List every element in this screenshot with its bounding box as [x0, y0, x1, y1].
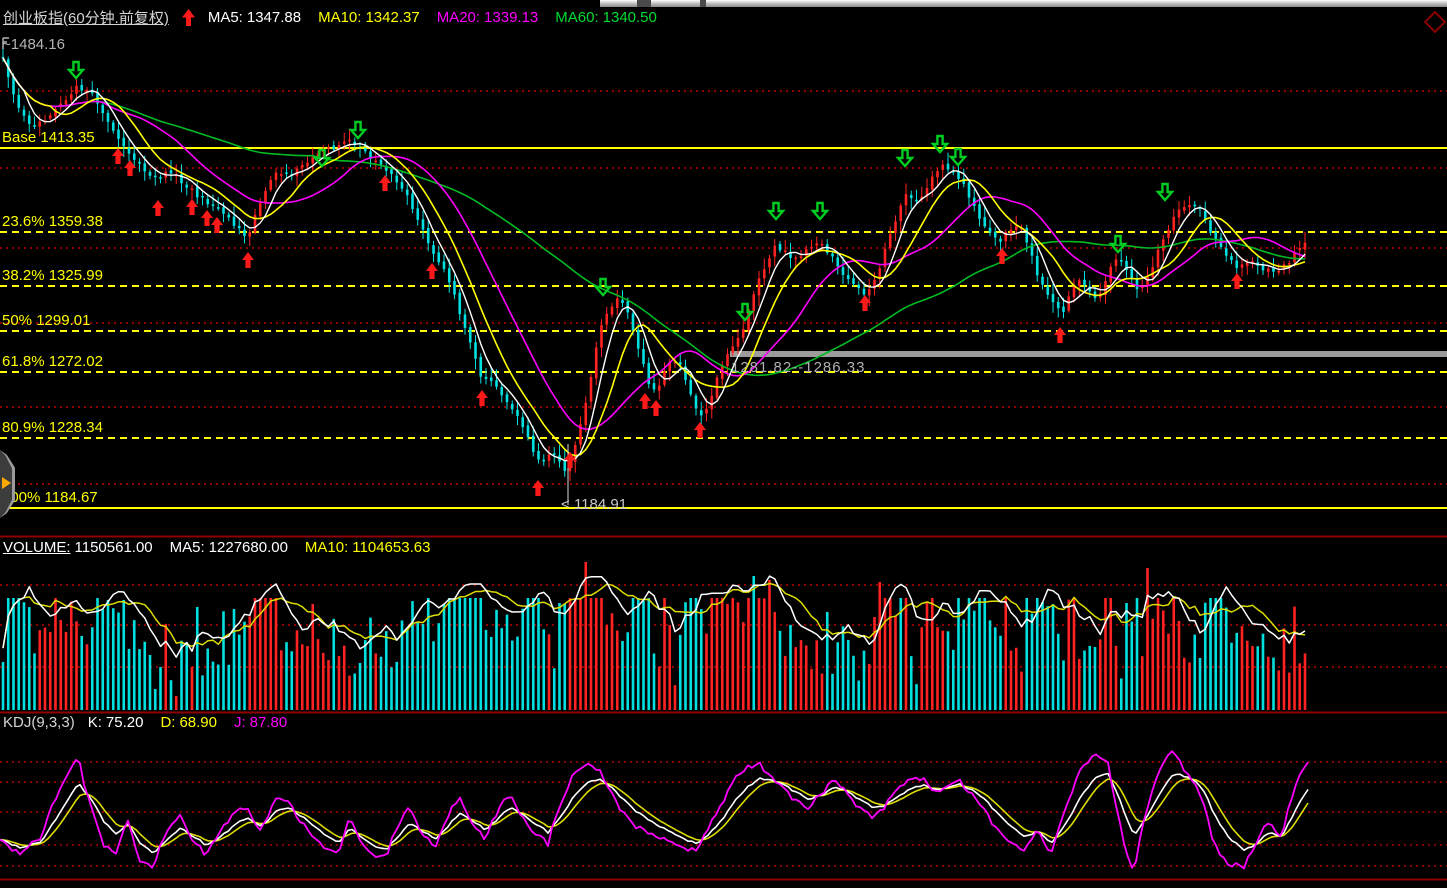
- buy-arrow-icon: [1054, 327, 1066, 343]
- sell-arrow-icon: [933, 136, 947, 152]
- period-high-readout: ~1484.16: [2, 37, 65, 53]
- sell-arrow-icon: [1158, 184, 1172, 200]
- top-scrollbar[interactable]: [600, 0, 1447, 7]
- fib-level-label: Base 1413.35: [2, 130, 95, 146]
- volume-header: VOLUME:1150561.00 MA5:1227680.00 MA10:11…: [3, 539, 434, 556]
- fib-level-label: 100% 1184.67: [2, 490, 98, 506]
- kdj-d-readout: D:68.90: [160, 714, 221, 731]
- buy-arrow-icon: [694, 422, 706, 438]
- buy-arrow-icon: [532, 480, 544, 496]
- ma60-readout: MA60:1340.50: [555, 9, 661, 26]
- kdj-header: KDJ(9,3,3) K:75.20 D:68.90 J:87.80: [3, 714, 291, 731]
- gap-annotation: 1281.82--1286.33: [731, 360, 865, 376]
- sell-arrow-icon: [769, 203, 783, 219]
- instrument-title[interactable]: 创业板指(60分钟.前复权): [3, 7, 169, 28]
- sell-arrow-icon: [738, 304, 752, 320]
- volume-readout: VOLUME:1150561.00: [3, 539, 157, 556]
- buy-arrow-icon: [242, 252, 254, 268]
- sell-arrow-icon: [1111, 236, 1125, 252]
- orange-marker-icon: [2, 477, 11, 489]
- sell-arrow-icon: [813, 203, 827, 219]
- candles-layer: [2, 49, 1307, 482]
- gap-zone-bar: [730, 351, 1447, 357]
- ma20-readout: MA20:1339.13: [437, 9, 543, 26]
- volume-indicator-link[interactable]: VOLUME:: [3, 539, 71, 556]
- ma5-readout: MA5:1347.88: [208, 9, 305, 26]
- main-chart-header: 创业板指(60分钟.前复权) MA5:1347.88 MA10:1342.37 …: [3, 7, 661, 28]
- sell-arrow-icon: [951, 149, 965, 165]
- volume-ma10-readout: MA10:1104653.63: [305, 539, 435, 556]
- fib-level-label: 23.6% 1359.38: [2, 214, 103, 230]
- sell-arrow-icon: [898, 150, 912, 166]
- ma-lines: [3, 58, 1305, 461]
- buy-arrow-icon: [650, 400, 662, 416]
- sell-arrow-icon: [351, 122, 365, 138]
- trading-app-window: 创业板指(60分钟.前复权) MA5:1347.88 MA10:1342.37 …: [0, 0, 1447, 888]
- fib-level-label: 80.9% 1228.34: [2, 420, 103, 436]
- fib-level-label: 38.2% 1325.99: [2, 268, 103, 284]
- buy-arrow-icon: [152, 200, 164, 216]
- scrollbar-notch: [700, 0, 706, 7]
- kdj-lines: [0, 751, 1308, 868]
- high-marker-icon: [2, 37, 10, 49]
- buy-arrow-icon: [379, 175, 391, 191]
- volume-ma5-readout: MA5:1227680.00: [170, 539, 292, 556]
- fib-level-label: 50% 1299.01: [2, 313, 90, 329]
- buy-arrow-icon: [996, 248, 1008, 264]
- buy-arrow-icon: [211, 217, 223, 233]
- chart-canvas[interactable]: [0, 0, 1447, 888]
- buy-arrow-icon: [201, 210, 213, 226]
- signal-arrows: [69, 62, 1243, 496]
- scrollbar-notch: [637, 0, 651, 7]
- kdj-k-readout: K:75.20: [88, 714, 148, 731]
- trend-up-icon: [182, 9, 195, 26]
- buy-arrow-icon: [476, 390, 488, 406]
- sell-arrow-icon: [69, 62, 83, 78]
- kdj-j-readout: J:87.80: [234, 714, 291, 731]
- buy-arrow-icon: [186, 199, 198, 215]
- fib-level-label: 61.8% 1272.02: [2, 354, 103, 370]
- buy-arrow-icon: [112, 148, 124, 164]
- kdj-indicator-link[interactable]: KDJ(9,3,3): [3, 714, 75, 731]
- ma10-readout: MA10:1342.37: [318, 9, 424, 26]
- buy-arrow-icon: [426, 263, 438, 279]
- low-annotation: < 1184.91: [561, 497, 627, 513]
- gap-zone: [730, 351, 1447, 357]
